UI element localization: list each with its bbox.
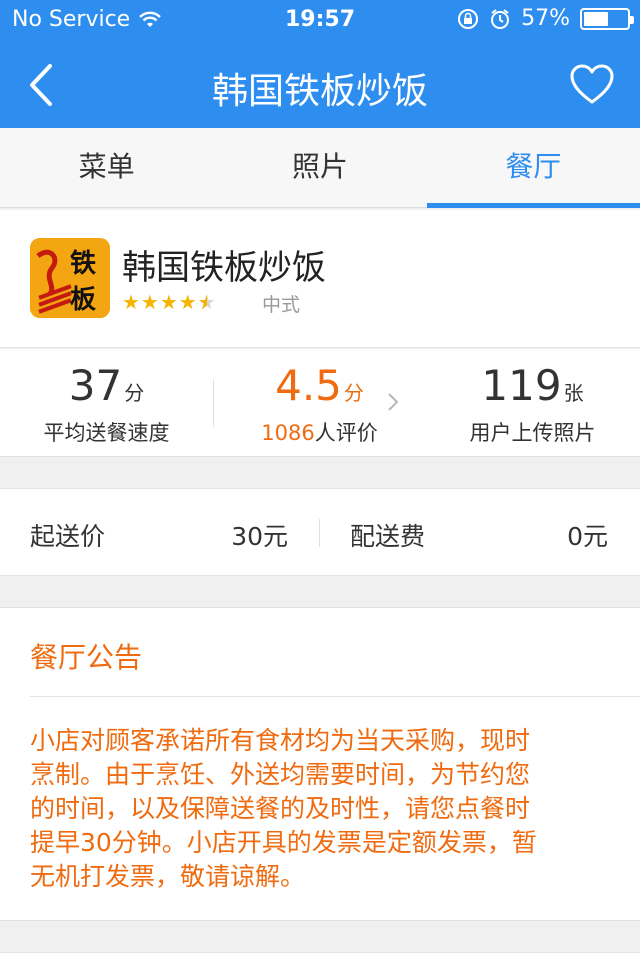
rotation-lock-icon (458, 8, 479, 29)
photos-value: 119 张 (426, 361, 639, 410)
delivery-fee-value: 0元 (567, 522, 608, 551)
cuisine-label: 中式 (262, 294, 301, 316)
notice-line: 小店对顾客承诺所有食材均为当天采购，现时 (30, 726, 531, 755)
alarm-icon (491, 8, 510, 29)
restaurant-info: 铁 板 韩国铁板炒饭 ★★★★★★ 中式 (0, 210, 640, 348)
restaurant-logo: 铁 板 (30, 238, 110, 318)
delivery-speed-number: 37 (68, 361, 123, 410)
restaurant-notice: 餐厅公告 小店对顾客承诺所有食材均为当天采购，现时 烹制。由于烹饪、外送均需要时… (0, 607, 640, 921)
notice-line: 的时间，以及保障送餐的及时性，请您点餐时 (30, 794, 531, 823)
rating-count-label: 1086人评价 (213, 417, 426, 447)
delivery-speed-unit: 分 (124, 381, 145, 405)
notice-text: 小店对顾客承诺所有食材均为当天采购，现时 烹制。由于烹饪、外送均需要时间，为节约… (30, 724, 604, 894)
rating-count-suffix: 人评价 (314, 421, 378, 445)
nav-bar: 韩国铁板炒饭 (0, 40, 640, 128)
rating-unit: 分 (343, 381, 364, 405)
heart-icon[interactable] (568, 62, 616, 106)
delivery-fee-label: 配送费 (350, 522, 426, 551)
status-bar: No Service 19:57 57% (0, 0, 640, 40)
stat-delivery-speed: 37 分 平均送餐速度 (0, 349, 213, 457)
tab-bar: 菜单 照片 餐厅 (0, 128, 640, 208)
page-title: 韩国铁板炒饭 (211, 71, 428, 112)
battery-fill (584, 11, 608, 26)
rating-count: 1086 (261, 421, 315, 445)
next-section-edge (0, 952, 640, 960)
tab-restaurant[interactable]: 餐厅 (426, 128, 640, 208)
stat-photos[interactable]: 119 张 用户上传照片 (426, 349, 639, 457)
half-star: ★★ (197, 290, 217, 314)
restaurant-name: 韩国铁板炒饭 (122, 248, 326, 288)
min-order-value: 30元 (231, 522, 288, 551)
logo-graphic: 铁 板 (30, 238, 110, 318)
rating-stars: ★★★★★★ (122, 290, 217, 314)
notice-title: 餐厅公告 (30, 641, 143, 674)
rating-number: 4.5 (275, 361, 342, 410)
logo-char-1: 铁 (70, 248, 96, 279)
notice-line: 无机打发票，敬请谅解。 (30, 862, 306, 891)
photos-unit: 张 (563, 381, 584, 405)
min-order-label: 起送价 (30, 522, 106, 551)
photos-number: 119 (481, 361, 562, 410)
stats-row: 37 分 平均送餐速度 4.5 分 1086人评价 119 张 用户上传照片 (0, 349, 640, 457)
battery-icon (580, 7, 634, 30)
status-right: 57% (457, 6, 634, 31)
battery-percent: 57% (521, 6, 570, 31)
delivery-speed-value: 37 分 (0, 361, 213, 410)
delivery-speed-label: 平均送餐速度 (43, 421, 170, 445)
chevron-right-icon[interactable] (386, 390, 400, 414)
notice-divider (30, 696, 640, 697)
logo-char-2: 板 (70, 285, 96, 315)
delivery-divider (319, 519, 320, 547)
notice-line: 烹制。由于烹饪、外送均需要时间，为节约您 (30, 760, 531, 789)
app-header: No Service 19:57 57% 韩国铁板炒饭 (0, 0, 640, 128)
delivery-info: 起送价 30元 配送费 0元 (0, 488, 640, 576)
notice-line: 提早30分钟。小店开具的发票是定额发票，暂 (30, 828, 537, 857)
tab-menu[interactable]: 菜单 (0, 128, 213, 207)
tab-photos[interactable]: 照片 (213, 128, 426, 207)
photos-label: 用户上传照片 (469, 421, 596, 445)
